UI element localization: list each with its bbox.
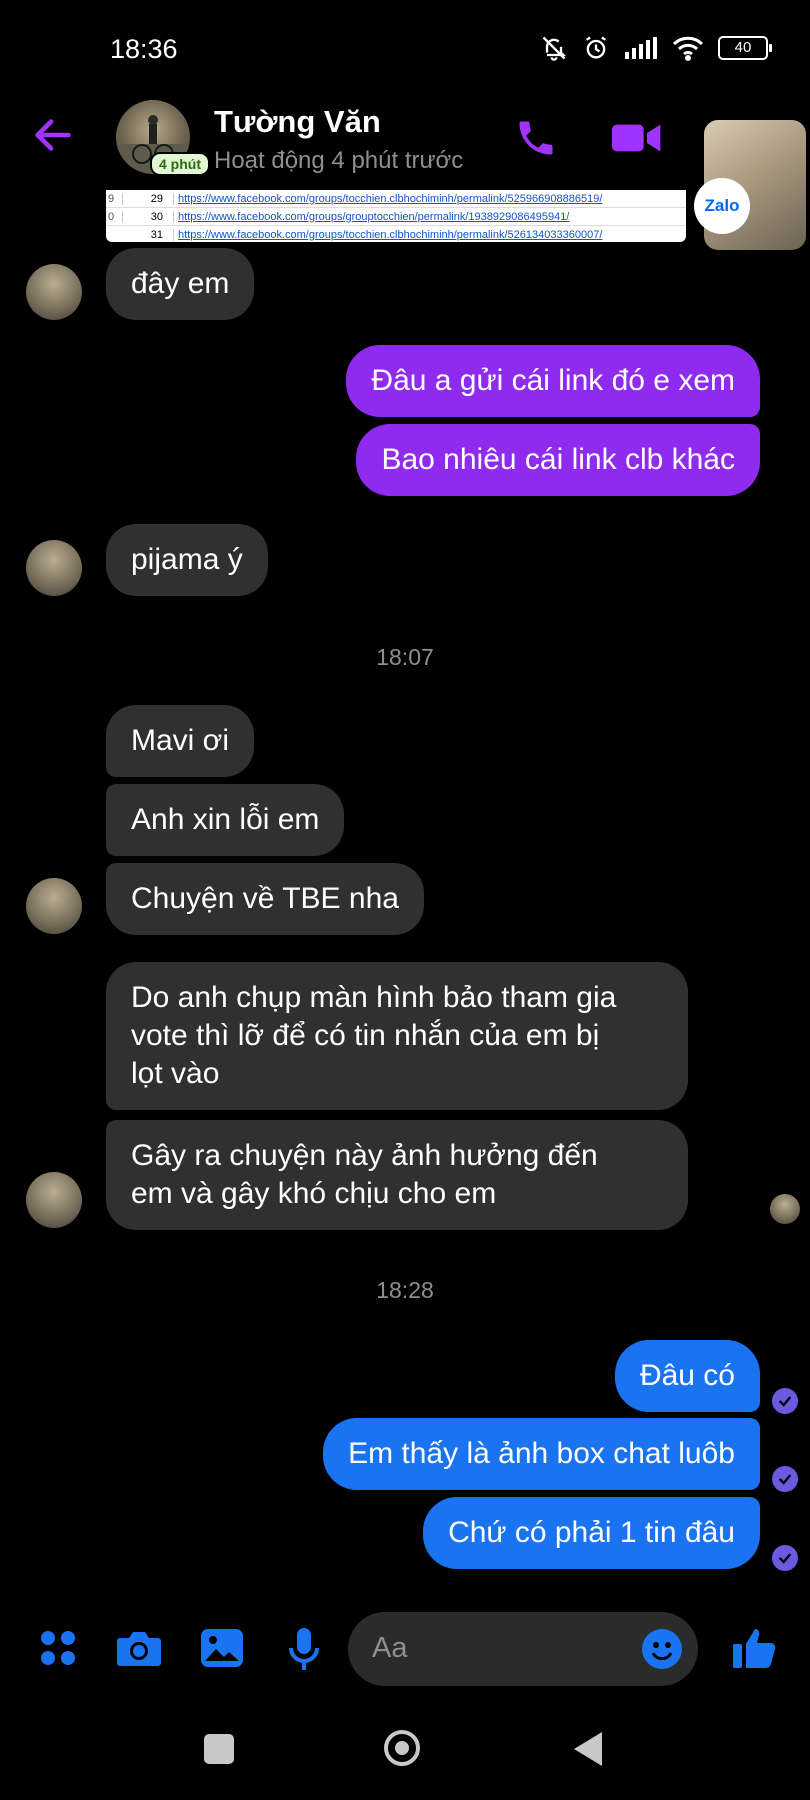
status-time: 18:36 [110,34,178,64]
delivered-check-icon [772,1388,798,1414]
arrow-left-icon [35,119,71,151]
message-outgoing[interactable]: Bao nhiêu cái link clb khác [356,424,760,496]
message-line: em và gây khó chịu cho em [131,1177,497,1210]
active-status: Hoạt động 4 phút trước [214,147,464,174]
contact-name[interactable]: Tường Văn [214,104,381,140]
preview-row: 0 30 https://www.facebook.com/groups/gro… [106,208,686,226]
thumbs-up-icon [733,1629,776,1668]
message-line: Gây ra chuyện này ảnh hưởng đến [131,1139,598,1172]
message-line: Do anh chụp màn hình bảo tham gia [131,981,617,1014]
message-input[interactable]: Aa [348,1612,698,1686]
timestamp: 18:28 [376,1277,434,1303]
like-button[interactable] [732,1626,778,1675]
sender-avatar[interactable] [26,264,82,320]
message-outgoing[interactable]: Chứ có phải 1 tin đâu [423,1497,760,1569]
message-outgoing[interactable]: Em thấy là ảnh box chat luôb [323,1418,760,1490]
smiley-icon [651,1642,673,1661]
back-button[interactable] [30,112,76,163]
message-line: lọt vào [131,1057,220,1090]
message-incoming[interactable]: đây em [106,248,255,320]
emoji-button[interactable] [642,1629,682,1669]
preview-row: 31 https://www.facebook.com/groups/tocch… [106,226,686,242]
signal-icon [625,37,657,59]
image-icon [201,1629,243,1667]
video-call-button[interactable] [612,120,662,161]
message-incoming[interactable]: Gây ra chuyện này ảnh hưởng đến em và gâ… [106,1120,688,1230]
camera-icon [117,1632,161,1666]
gallery-button[interactable] [200,1628,244,1673]
message-incoming[interactable]: Do anh chụp màn hình bảo tham gia vote t… [106,962,688,1110]
message-incoming[interactable]: Anh xin lỗi em [106,784,345,856]
voice-call-button[interactable] [514,116,558,165]
sender-avatar[interactable] [26,878,82,934]
preview-row: 9 29 https://www.facebook.com/groups/toc… [106,190,686,208]
message-incoming[interactable]: pijama ý [106,524,268,596]
video-camera-icon [612,124,661,152]
shared-image-preview[interactable]: 9 29 https://www.facebook.com/groups/toc… [106,190,686,242]
active-badge: 4 phút [150,152,210,176]
microphone-icon [289,1628,319,1670]
message-line: vote thì lỡ để có tin nhắn của em bị [131,1019,600,1052]
menu-grid-button[interactable] [38,1628,78,1673]
preview-link: https://www.facebook.com/groups/tocchien… [178,228,603,241]
status-icons: 40 [540,34,772,62]
preview-link: https://www.facebook.com/groups/tocchien… [178,192,603,205]
message-incoming[interactable]: Chuyện về TBE nha [106,863,424,935]
sender-avatar[interactable] [26,540,82,596]
muted-bell-icon [542,36,567,61]
wifi-icon [672,36,704,61]
seen-avatar [770,1194,800,1224]
message-input-placeholder: Aa [372,1632,408,1664]
camera-button[interactable] [116,1628,162,1673]
nav-back-button[interactable] [574,1732,602,1766]
delivered-check-icon [772,1545,798,1571]
recent-apps-button[interactable] [204,1734,234,1764]
four-dots-icon [41,1631,75,1665]
alarm-icon [586,36,606,59]
message-outgoing[interactable]: Đâu có [614,1340,760,1412]
battery-indicator: 40 [718,36,772,60]
timestamp: 18:07 [376,644,434,670]
message-outgoing[interactable]: Đâu a gửi cái link đó e xem [346,345,760,417]
delivered-check-icon [772,1466,798,1492]
preview-link: https://www.facebook.com/groups/grouptoc… [178,210,570,223]
sender-avatar[interactable] [26,1172,82,1228]
phone-icon [519,121,553,155]
message-incoming[interactable]: Mavi ơi [106,705,255,777]
voice-record-button[interactable] [288,1628,320,1675]
zalo-logo-icon: Zalo [694,178,750,234]
home-button[interactable] [384,1730,420,1766]
